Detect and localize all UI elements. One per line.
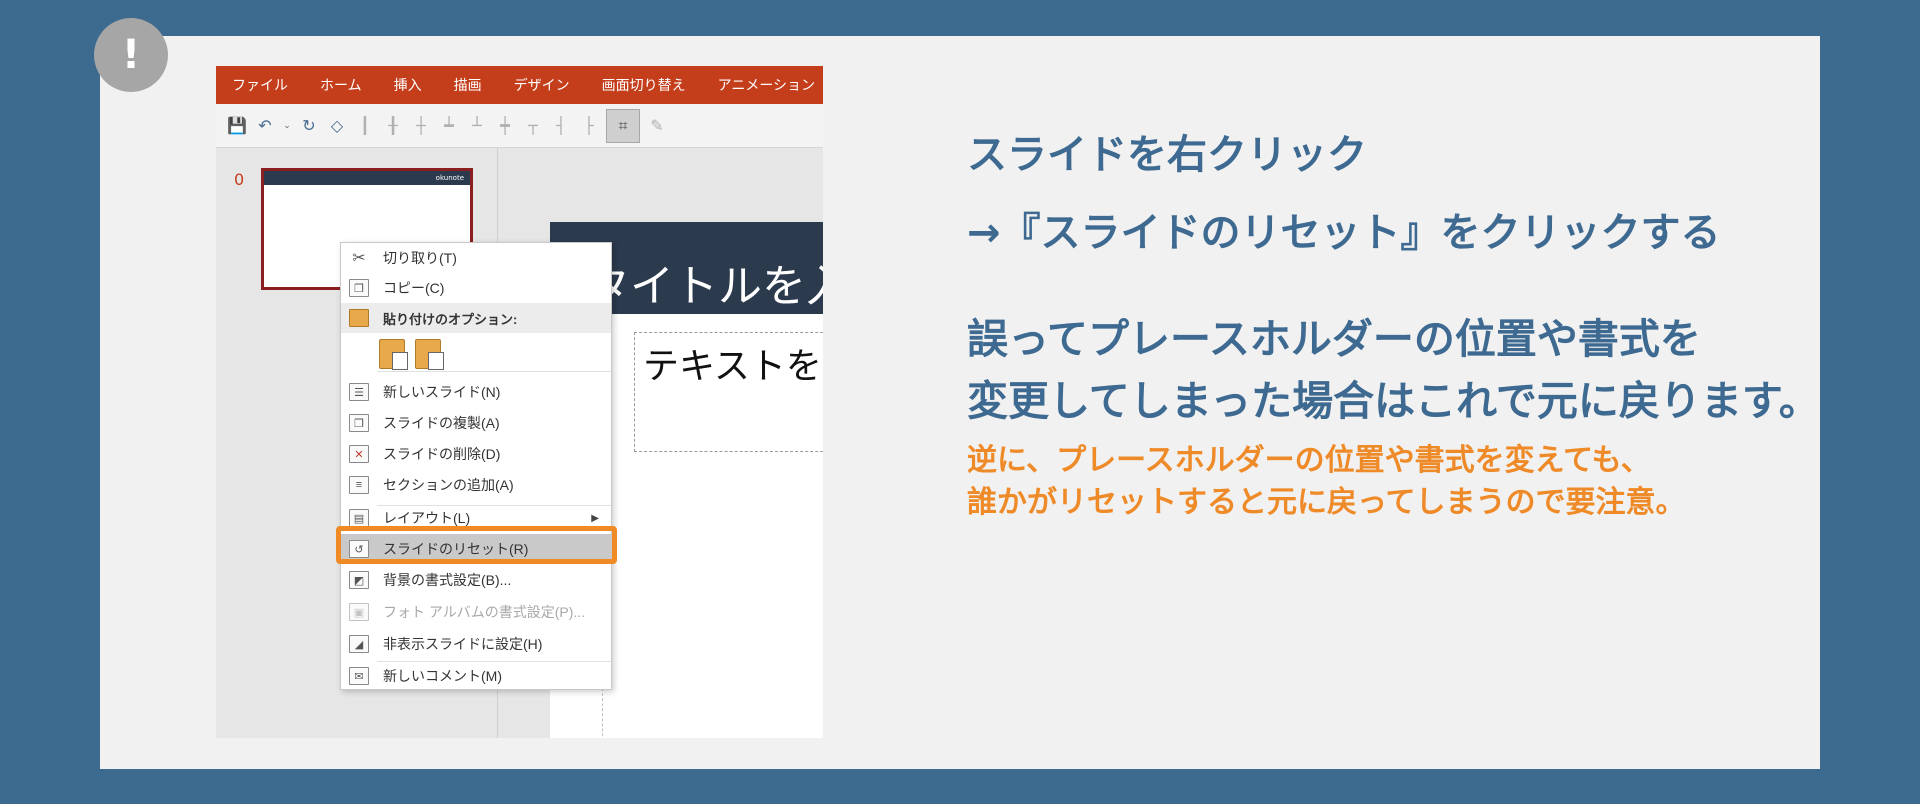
paste-options	[379, 339, 444, 370]
headline-line-2: →『スライドのリセット』をクリックする	[967, 210, 1721, 256]
quick-access-toolbar: 💾 ↶ ⌄ ↻ ◇ ┃ ╂ ┼ ┷ ┴ ┿ ┬ ┤ ├ ⌗ ✎	[216, 104, 823, 148]
delete-slide-icon: ✕	[349, 445, 369, 463]
menu-item-copy[interactable]: ❐ コピー(C)	[341, 273, 611, 303]
menu-item-new-comment[interactable]: ✉ 新しいコメント(M)	[341, 661, 611, 691]
warning-line-2: 誰かがリセットすると元に戻ってしまうので要注意。	[967, 485, 1686, 520]
exclamation-icon: !	[121, 32, 141, 78]
body-placeholder[interactable]: テキストを	[634, 332, 823, 452]
chevron-down-icon[interactable]: ⌄	[282, 115, 292, 137]
explanation-text: 誤ってプレースホルダーの位置や書式を 変更してしまった場合はこれで元に戻ります。	[967, 308, 1847, 432]
hide-slide-icon: ◢	[349, 635, 369, 653]
format-painter-icon[interactable]: ✎	[646, 115, 668, 137]
menu-item-label: 貼り付けのオプション:	[383, 311, 518, 327]
menu-item-delete-slide[interactable]: ✕ スライドの削除(D)	[341, 439, 611, 469]
thumbnail-title-bar: okunote	[264, 171, 470, 185]
tab-design[interactable]: デザイン	[514, 75, 570, 95]
menu-item-label: コピー(C)	[383, 280, 445, 296]
alert-badge: !	[94, 18, 168, 92]
distribute-icon[interactable]: ┼	[410, 115, 432, 137]
redo-icon[interactable]: ↻	[298, 115, 320, 137]
menu-item-new-slide[interactable]: ☰ 新しいスライド(N)	[341, 377, 611, 407]
menu-item-label: フォト アルバムの書式設定(P)...	[383, 604, 586, 620]
menu-item-label: レイアウト(L)	[383, 510, 471, 526]
align-top-icon[interactable]: ┴	[466, 115, 488, 137]
photo-album-icon: ▣	[349, 603, 369, 621]
menu-item-duplicate-slide[interactable]: ❐ スライドの複製(A)	[341, 408, 611, 438]
menu-item-label: 新しいコメント(M)	[383, 668, 502, 684]
align-center-icon[interactable]: ╂	[382, 115, 404, 137]
menu-separator	[377, 371, 611, 372]
scissors-icon: ✂	[352, 250, 366, 267]
new-comment-icon: ✉	[349, 667, 369, 685]
layout-icon: ▤	[349, 509, 369, 527]
menu-item-label: セクションの追加(A)	[383, 477, 514, 493]
highlight-ring	[336, 526, 617, 564]
duplicate-slide-icon: ❐	[349, 414, 369, 432]
paste-icon	[349, 309, 369, 327]
menu-item-label: 非表示スライドに設定(H)	[383, 636, 543, 652]
send-backward-icon[interactable]: ├	[578, 115, 600, 137]
instruction-headline: スライドを右クリック →『スライドのリセット』をクリックする	[967, 116, 1847, 272]
tab-transitions[interactable]: 画面切り替え	[602, 75, 686, 95]
tab-file[interactable]: ファイル	[232, 75, 288, 95]
menu-item-cut[interactable]: ✂ 切り取り(T)	[341, 243, 611, 273]
warning-text: 逆に、プレースホルダーの位置や書式を変えても、 誰かがリセットすると元に戻ってし…	[967, 440, 1847, 524]
tab-animations[interactable]: アニメーション	[718, 75, 815, 95]
menu-item-hide-slide[interactable]: ◢ 非表示スライドに設定(H)	[341, 629, 611, 659]
background-format-icon: ◩	[349, 571, 369, 589]
explanation-line-1: 誤ってプレースホルダーの位置や書式を	[967, 315, 1701, 363]
group-icon[interactable]: ┷	[438, 115, 460, 137]
explanation-line-2: 変更してしまった場合はこれで元に戻ります。	[967, 377, 1820, 425]
headline-line-1: スライドを右クリック	[967, 132, 1367, 178]
copy-icon: ❐	[349, 279, 369, 297]
warning-line-1: 逆に、プレースホルダーの位置や書式を変えても、	[967, 443, 1651, 478]
new-slide-icon: ☰	[349, 383, 369, 401]
paste-destination-theme-icon[interactable]	[379, 339, 408, 370]
paste-as-picture-icon[interactable]	[415, 339, 444, 370]
crop-icon[interactable]: ⌗	[606, 108, 640, 143]
menu-item-label: 背景の書式設定(B)...	[383, 572, 512, 588]
undo-icon[interactable]: ↶	[254, 115, 276, 137]
menu-item-label: 新しいスライド(N)	[383, 384, 501, 400]
menu-item-label: スライドの複製(A)	[383, 415, 500, 431]
context-menu: ✂ 切り取り(T) ❐ コピー(C) 貼り付けのオプション: ☰ 新しいスライド…	[340, 242, 612, 690]
align-bottom-icon[interactable]: ┬	[522, 115, 544, 137]
menu-item-format-background[interactable]: ◩ 背景の書式設定(B)...	[341, 565, 611, 595]
tab-insert[interactable]: 挿入	[394, 75, 422, 95]
bring-forward-icon[interactable]: ┤	[550, 115, 572, 137]
submenu-arrow-icon: ▶	[591, 512, 599, 524]
add-section-icon: ≡	[349, 476, 369, 494]
menu-item-label: スライドの削除(D)	[383, 446, 501, 462]
menu-item-add-section[interactable]: ≡ セクションの追加(A)	[341, 470, 611, 500]
align-middle-icon[interactable]: ┿	[494, 115, 516, 137]
align-left-icon[interactable]: ┃	[354, 115, 376, 137]
tab-draw[interactable]: 描画	[454, 75, 482, 95]
slide-number: 0	[234, 170, 245, 189]
ribbon-tab-bar: ファイル ホーム 挿入 描画 デザイン 画面切り替え アニメーション ス	[216, 66, 823, 104]
menu-paste-options-heading: 貼り付けのオプション:	[341, 303, 611, 333]
menu-item-label: 切り取り(T)	[383, 250, 457, 266]
save-icon[interactable]: 💾	[226, 115, 248, 137]
shapes-icon[interactable]: ◇	[326, 115, 348, 137]
menu-item-photo-album-format: ▣ フォト アルバムの書式設定(P)...	[341, 597, 611, 627]
tab-home[interactable]: ホーム	[320, 75, 362, 95]
